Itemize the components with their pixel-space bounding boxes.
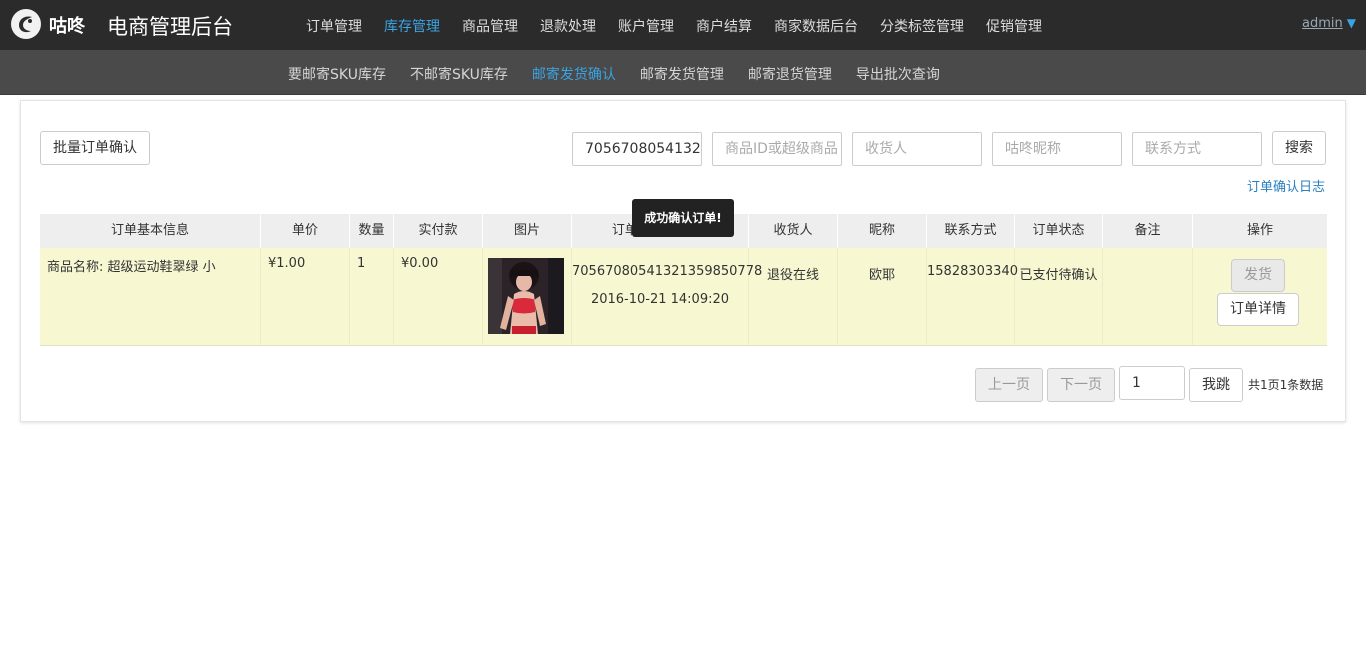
remark	[1103, 248, 1193, 345]
col-quantity: 数量	[350, 214, 394, 248]
nav-promotions[interactable]: 促销管理	[986, 16, 1042, 36]
nav-inventory[interactable]: 库存管理	[384, 16, 440, 36]
search-button[interactable]: 搜索	[1272, 131, 1326, 165]
nav-products[interactable]: 商品管理	[462, 16, 518, 36]
user-menu[interactable]: admin ▼	[1302, 16, 1356, 31]
nav-settlement[interactable]: 商户结算	[696, 16, 752, 36]
product-name: 商品名称: 超级运动鞋翠绿 小	[40, 248, 261, 345]
order-detail-button[interactable]: 订单详情	[1217, 293, 1299, 326]
subnav-nonmail-sku-stock[interactable]: 不邮寄SKU库存	[410, 64, 508, 84]
nav-orders[interactable]: 订单管理	[306, 16, 362, 36]
col-nickname: 昵称	[838, 214, 927, 248]
col-image: 图片	[483, 214, 572, 248]
contact-input[interactable]: 联系方式	[1132, 132, 1262, 166]
top-navbar: 咕咚 电商管理后台 订单管理 库存管理 商品管理 退款处理 账户管理 商户结算 …	[0, 0, 1366, 50]
batch-confirm-button[interactable]: 批量订单确认	[40, 131, 150, 165]
subnav-mail-ship-manage[interactable]: 邮寄发货管理	[640, 64, 724, 84]
col-remark: 备注	[1103, 214, 1193, 248]
brand-name: 咕咚	[49, 16, 85, 37]
col-unit-price: 单价	[261, 214, 350, 248]
next-page-button[interactable]: 下一页	[1047, 368, 1115, 402]
subnav-mail-sku-stock[interactable]: 要邮寄SKU库存	[288, 64, 386, 84]
col-receiver: 收货人	[749, 214, 838, 248]
order-id: 70567080541321359850778	[572, 264, 763, 279]
product-id-input[interactable]: 商品ID或超级商品	[712, 132, 842, 166]
subnav-mail-ship-confirm[interactable]: 邮寄发货确认	[532, 64, 616, 84]
col-basic-info: 订单基本信息	[40, 214, 261, 248]
order-id-time-cell: 70567080541321359850778 2016-10-21 14:09…	[572, 248, 763, 345]
col-contact: 联系方式	[927, 214, 1015, 248]
receiver: 退役在线	[749, 248, 838, 345]
nav-merchant-data[interactable]: 商家数据后台	[774, 16, 858, 36]
order-confirm-log-link[interactable]: 订单确认日志	[1247, 176, 1325, 195]
main-nav: 订单管理 库存管理 商品管理 退款处理 账户管理 商户结算 商家数据后台 分类标…	[295, 16, 1053, 36]
product-photo	[488, 258, 564, 334]
unit-price: ¥1.00	[261, 248, 350, 345]
order-status: 已支付待确认	[1015, 248, 1103, 345]
page-number-input[interactable]: 1	[1119, 366, 1185, 400]
nav-accounts[interactable]: 账户管理	[618, 16, 674, 36]
table-row: 商品名称: 超级运动鞋翠绿 小 ¥1.00 1 ¥0.00 7056708054…	[40, 248, 1327, 346]
ship-button[interactable]: 发货	[1231, 259, 1285, 292]
paid-amount: ¥0.00	[394, 248, 483, 345]
nav-refunds[interactable]: 退款处理	[540, 16, 596, 36]
order-id-input[interactable]: 7056708054132	[572, 132, 702, 166]
subnav-mail-return-manage[interactable]: 邮寄退货管理	[748, 64, 832, 84]
username: admin	[1302, 16, 1343, 31]
sub-navbar: 要邮寄SKU库存 不邮寄SKU库存 邮寄发货确认 邮寄发货管理 邮寄退货管理 导…	[0, 50, 1366, 95]
quantity: 1	[350, 248, 394, 345]
col-actions: 操作	[1246, 223, 1273, 238]
app-title: 电商管理后台	[107, 15, 233, 39]
page-info: 共1页1条数据	[1248, 378, 1324, 392]
product-image-cell	[483, 248, 572, 345]
actions-cell: 发货 订单详情	[1193, 248, 1327, 345]
col-status: 订单状态	[1015, 214, 1103, 248]
receiver-input[interactable]: 收货人	[852, 132, 982, 166]
contact: 15828303340	[927, 248, 1018, 345]
nav-category-tags[interactable]: 分类标签管理	[880, 16, 964, 36]
created-time: 2016-10-21 14:09:20	[590, 292, 730, 307]
jump-button[interactable]: 我跳	[1189, 368, 1243, 402]
subnav-export-batch-query[interactable]: 导出批次查询	[856, 64, 940, 84]
nickname: 欧耶	[838, 248, 927, 345]
success-tooltip: 成功确认订单!	[632, 199, 734, 237]
prev-page-button[interactable]: 上一页	[975, 368, 1043, 402]
codoon-logo-icon	[11, 9, 41, 39]
col-paid: 实付款	[394, 214, 483, 248]
chevron-down-icon: ▼	[1346, 16, 1356, 30]
nickname-input[interactable]: 咕咚昵称	[992, 132, 1122, 166]
sub-nav: 要邮寄SKU库存 不邮寄SKU库存 邮寄发货确认 邮寄发货管理 邮寄退货管理 导…	[276, 64, 952, 84]
